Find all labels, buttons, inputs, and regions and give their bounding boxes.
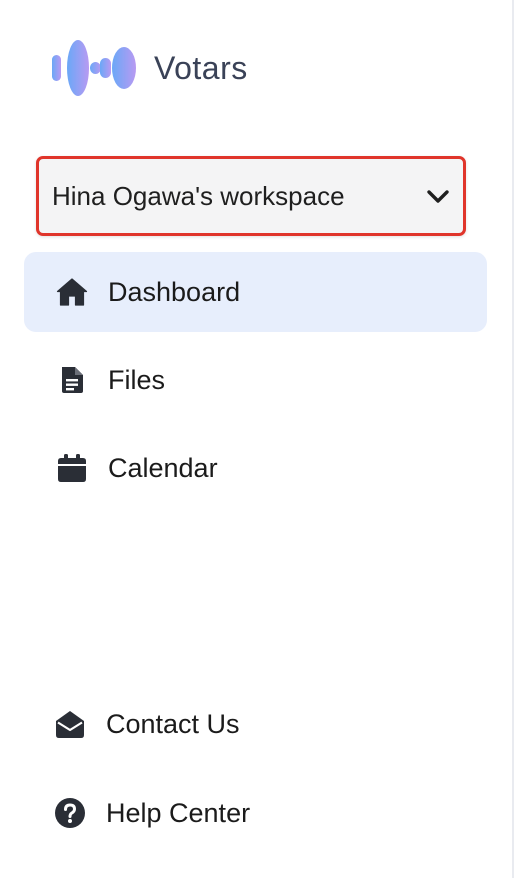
nav-item-calendar[interactable]: Calendar xyxy=(24,428,487,508)
votars-logo-icon xyxy=(52,40,136,96)
nav-item-files[interactable]: Files xyxy=(24,340,487,420)
sidebar: Votars Hina Ogawa's workspace Dashboard … xyxy=(0,0,514,878)
nav-item-label: Contact Us xyxy=(106,708,240,739)
question-circle-icon xyxy=(55,798,85,828)
nav-item-label: Files xyxy=(108,364,166,395)
nav-item-dashboard[interactable]: Dashboard xyxy=(24,252,487,332)
home-icon xyxy=(56,278,88,306)
nav-item-contact-us[interactable]: Contact Us xyxy=(24,684,487,764)
brand-name: Votars xyxy=(154,49,248,86)
workspace-label: Hina Ogawa's workspace xyxy=(52,180,345,211)
envelope-open-icon xyxy=(56,711,84,738)
brand[interactable]: Votars xyxy=(50,38,248,98)
workspace-select[interactable]: Hina Ogawa's workspace xyxy=(36,156,466,236)
file-icon xyxy=(62,367,83,393)
calendar-icon xyxy=(58,454,86,482)
nav-item-label: Dashboard xyxy=(108,276,241,307)
nav-item-label: Help Center xyxy=(106,797,251,828)
nav-item-label: Calendar xyxy=(108,452,218,483)
nav-item-help-center[interactable]: Help Center xyxy=(24,773,487,853)
chevron-down-icon xyxy=(427,190,449,203)
